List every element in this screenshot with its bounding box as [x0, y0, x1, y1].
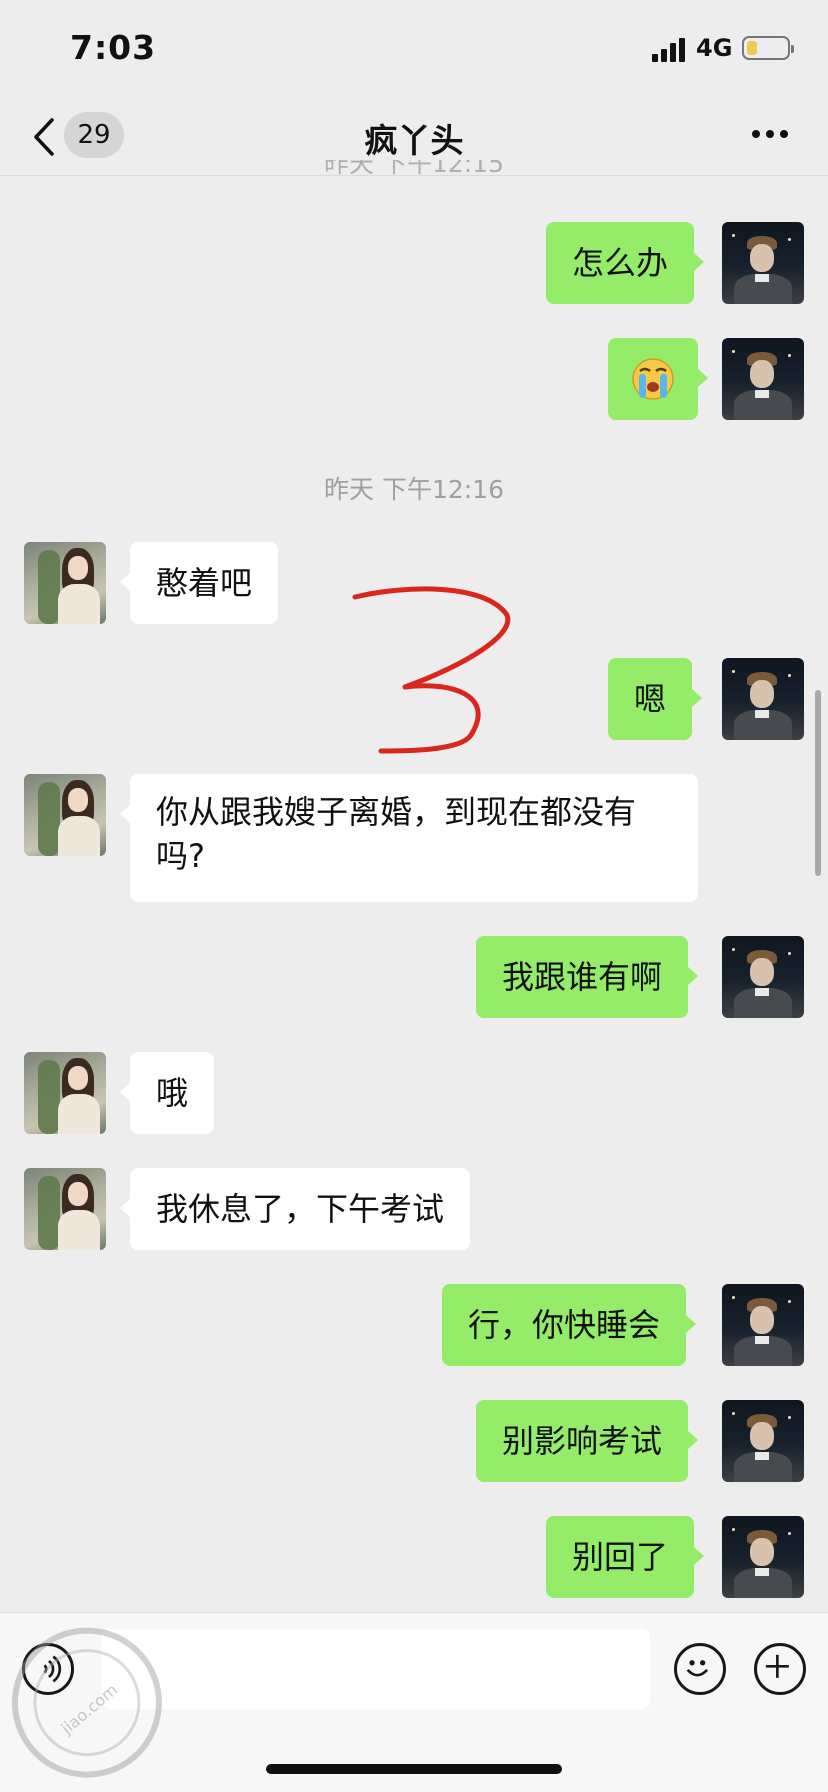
emoji-icon[interactable]	[674, 1643, 726, 1695]
message-input[interactable]	[102, 1629, 650, 1709]
contact-avatar[interactable]	[24, 774, 106, 856]
my-avatar[interactable]	[722, 658, 804, 740]
battery-icon	[742, 36, 794, 60]
my-avatar[interactable]	[722, 1284, 804, 1366]
contact-avatar[interactable]	[24, 1168, 106, 1250]
contact-message-bubble[interactable]: 憨着吧	[119, 542, 279, 624]
timestamp: 昨天 下午12:16	[324, 475, 504, 504]
my-message-bubble[interactable]: 怎么办	[546, 222, 705, 304]
my-avatar[interactable]	[722, 338, 804, 420]
chat-title: 疯丫头	[364, 121, 464, 160]
network-type: 4G	[696, 34, 733, 62]
my-message-bubble[interactable]: 我跟谁有啊	[476, 936, 699, 1018]
my-avatar[interactable]	[722, 222, 804, 304]
signal-icon	[652, 36, 692, 62]
contact-message-bubble[interactable]: 我休息了，下午考试	[119, 1168, 471, 1250]
my-avatar[interactable]	[722, 1516, 804, 1598]
timestamp-partial: 昨天 下午12:15	[324, 160, 504, 178]
my-message-bubble[interactable]: 别影响考试	[476, 1400, 699, 1482]
contact-avatar[interactable]	[24, 542, 106, 624]
voice-icon[interactable]	[22, 1643, 74, 1695]
my-message-bubble[interactable]: 行，你快睡会	[442, 1284, 697, 1366]
my-emoji-bubble[interactable]	[608, 338, 708, 420]
contact-avatar[interactable]	[24, 1052, 106, 1134]
my-avatar[interactable]	[722, 1400, 804, 1482]
contact-message-bubble[interactable]: 哦	[119, 1052, 215, 1134]
crying-face-icon	[632, 358, 674, 400]
plus-icon[interactable]	[754, 1643, 806, 1695]
my-message-bubble[interactable]: 嗯	[608, 658, 703, 740]
home-indicator[interactable]	[266, 1764, 562, 1774]
more-dots-icon[interactable]	[752, 130, 792, 140]
scrollbar[interactable]	[815, 690, 821, 876]
chat-screen: 7:03 4G 29 疯丫头 昨天 下午12:15 怎么办 昨天 下午12:16…	[0, 0, 828, 1792]
my-message-bubble[interactable]: 别回了	[546, 1516, 705, 1598]
contact-message-bubble[interactable]: 你从跟我嫂子离婚，到现在都没有吗?	[120, 774, 698, 902]
handwritten-mark	[352, 586, 511, 754]
my-avatar[interactable]	[722, 936, 804, 1018]
status-bar: 7:03 4G	[0, 0, 828, 100]
status-time: 7:03	[70, 28, 157, 67]
